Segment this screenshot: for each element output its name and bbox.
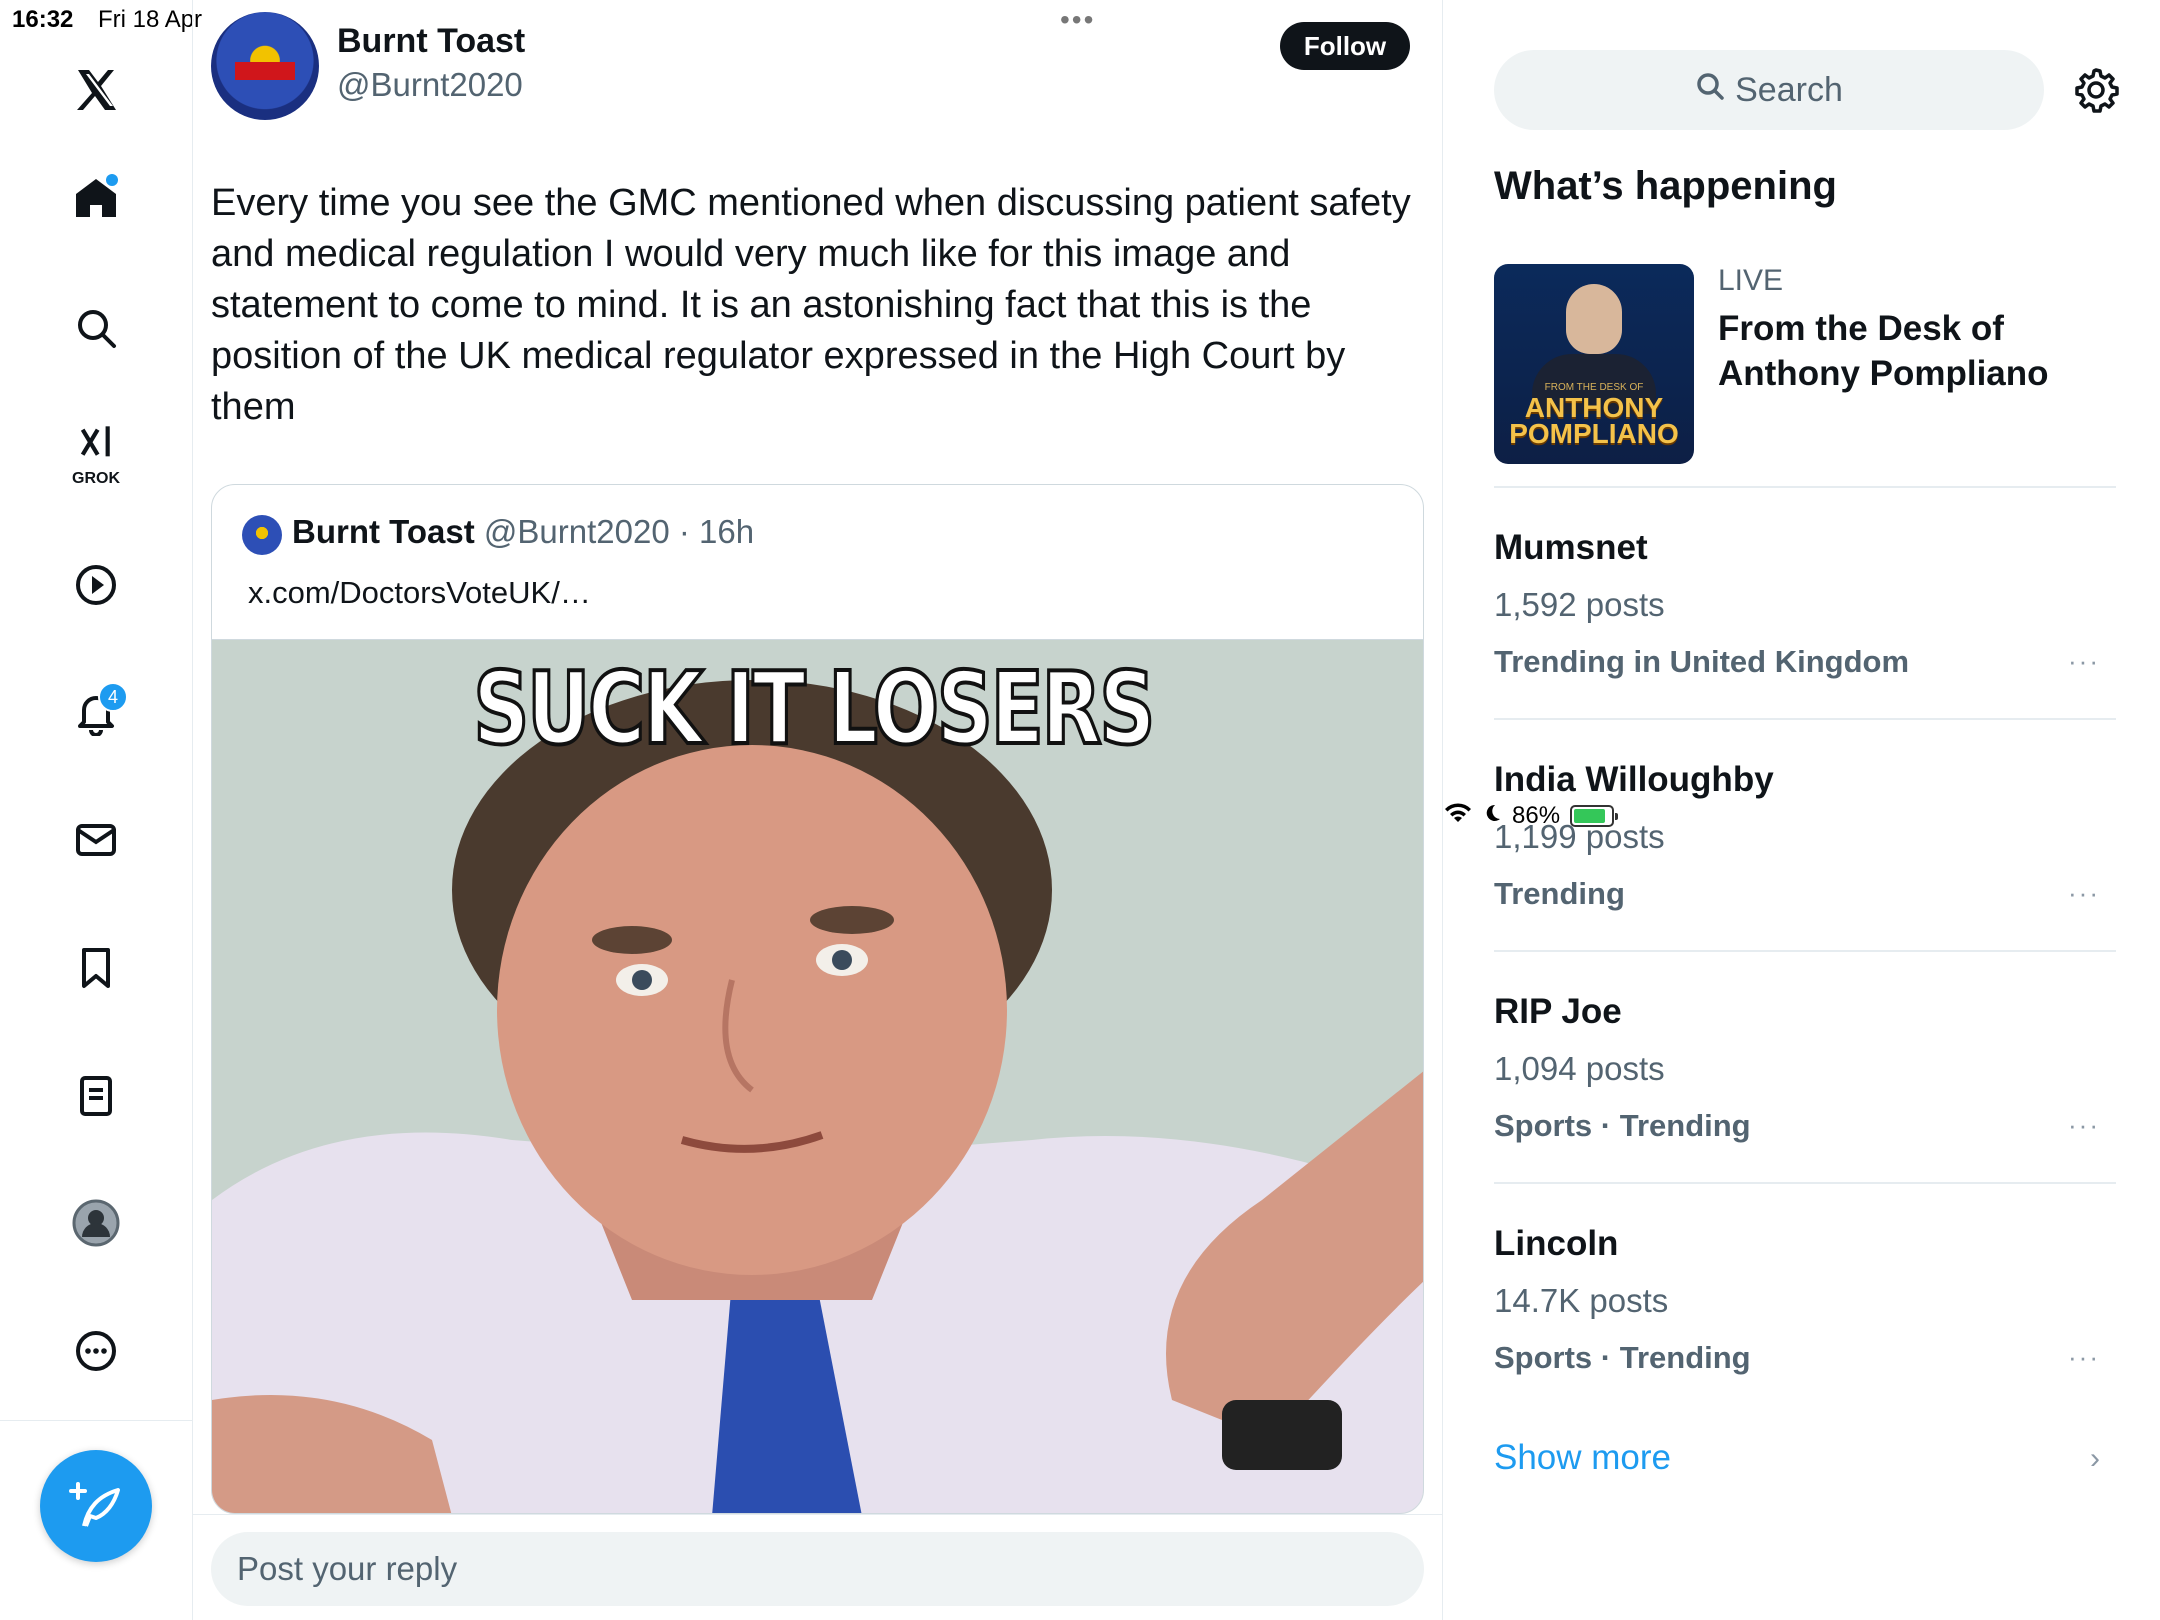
nav-messages[interactable] bbox=[46, 792, 146, 892]
left-nav: GROK 4 bbox=[0, 0, 193, 1620]
nav-home[interactable] bbox=[46, 150, 146, 250]
author-handle[interactable]: @Burnt2020 bbox=[337, 66, 523, 104]
main-column: Burnt Toast @Burnt2020 Follow Every time… bbox=[193, 0, 1443, 1620]
thumbnail-person bbox=[1566, 284, 1622, 354]
tweet-text: Every time you see the GMC mentioned whe… bbox=[211, 182, 1411, 428]
home-unread-dot bbox=[106, 174, 118, 186]
nav-lists[interactable] bbox=[46, 1048, 146, 1148]
live-label: LIVE bbox=[1718, 264, 1784, 297]
chevron-right-icon[interactable]: › bbox=[2090, 1442, 2100, 1476]
grok-label: GROK bbox=[72, 469, 120, 487]
more-circle-icon bbox=[72, 1327, 120, 1380]
meme-caption: SUCK IT LOSERS bbox=[472, 648, 1157, 769]
trend-context: Sports · Trending bbox=[1494, 1340, 1751, 1375]
nav-videos[interactable] bbox=[46, 537, 146, 637]
show-more-link[interactable]: Show more bbox=[1494, 1438, 1671, 1478]
live-event-thumbnail[interactable]: FROM THE DESK OF ANTHONY POMPLIANO bbox=[1494, 264, 1694, 464]
search-input[interactable]: Search bbox=[1494, 50, 2044, 130]
trend-count: 14.7K posts bbox=[1494, 1282, 1669, 1319]
trend-name[interactable]: India Willoughby bbox=[1494, 760, 1774, 800]
trend-context: Trending in United Kingdom bbox=[1494, 644, 1910, 679]
nav-explore[interactable] bbox=[46, 280, 146, 380]
compose-post-button[interactable] bbox=[40, 1450, 152, 1562]
thumbnail-title-line2: POMPLIANO bbox=[1509, 418, 1679, 449]
trend-name[interactable]: Mumsnet bbox=[1494, 528, 1648, 568]
trend-name[interactable]: RIP Joe bbox=[1494, 992, 1622, 1032]
trend-more-icon[interactable]: ··· bbox=[2068, 646, 2100, 677]
search-icon bbox=[72, 304, 120, 357]
quoted-author-handle: @Burnt2020 bbox=[483, 513, 670, 550]
reply-divider bbox=[193, 1514, 1443, 1515]
follow-button[interactable]: Follow bbox=[1280, 22, 1410, 70]
nav-divider bbox=[0, 1420, 193, 1421]
divider bbox=[1494, 718, 2116, 720]
compose-quill-icon bbox=[68, 1476, 124, 1537]
mail-icon bbox=[72, 816, 120, 869]
nav-grok[interactable]: GROK bbox=[46, 405, 146, 505]
reply-input[interactable]: Post your reply bbox=[211, 1532, 1424, 1606]
nav-notifications[interactable]: 4 bbox=[46, 664, 146, 764]
trend-context: Sports · Trending bbox=[1494, 1108, 1751, 1143]
search-icon bbox=[1695, 71, 1725, 110]
grok-icon bbox=[74, 423, 118, 468]
divider bbox=[1494, 950, 2116, 952]
x-logo[interactable] bbox=[46, 40, 146, 140]
meme-photo bbox=[212, 640, 1423, 1513]
bookmark-icon bbox=[72, 944, 120, 997]
trend-more-icon[interactable]: ··· bbox=[2068, 1110, 2100, 1141]
trend-count: 1,199 posts bbox=[1494, 818, 1665, 855]
quoted-author-avatar[interactable] bbox=[242, 515, 282, 555]
author-name[interactable]: Burnt Toast bbox=[337, 22, 525, 61]
trend-context: Trending bbox=[1494, 876, 1625, 911]
nav-more[interactable] bbox=[46, 1303, 146, 1403]
divider bbox=[1494, 486, 2116, 488]
notifications-badge: 4 bbox=[98, 682, 128, 712]
settings-gear-icon[interactable] bbox=[2072, 66, 2120, 114]
trend-more-icon[interactable]: ··· bbox=[2068, 878, 2100, 909]
author-avatar[interactable] bbox=[211, 12, 319, 120]
quoted-image[interactable]: SUCK IT LOSERS bbox=[212, 639, 1423, 1513]
nav-profile[interactable] bbox=[46, 1175, 146, 1275]
live-event-title[interactable]: From the Desk of Anthony Pompliano bbox=[1718, 306, 2118, 396]
search-placeholder: Search bbox=[1735, 70, 1843, 109]
right-sidebar: Search What’s happening FROM THE DESK OF… bbox=[1444, 0, 2160, 1620]
list-icon bbox=[72, 1072, 120, 1125]
trend-more-icon[interactable]: ··· bbox=[2068, 1342, 2100, 1373]
x-logo-icon bbox=[77, 70, 116, 110]
trend-name[interactable]: Lincoln bbox=[1494, 1224, 1618, 1264]
play-icon bbox=[72, 561, 120, 614]
divider bbox=[1494, 1182, 2116, 1184]
avatar-badge-graphic bbox=[235, 62, 295, 80]
nav-bookmarks[interactable] bbox=[46, 920, 146, 1020]
quoted-timestamp: · 16h bbox=[678, 513, 755, 550]
trend-count: 1,094 posts bbox=[1494, 1050, 1665, 1087]
quoted-tweet[interactable]: Burnt Toast @Burnt2020 · 16h x.com/Docto… bbox=[211, 484, 1424, 1514]
profile-avatar-icon bbox=[72, 1199, 120, 1252]
trend-count: 1,592 posts bbox=[1494, 586, 1665, 623]
quoted-link[interactable]: x.com/DoctorsVoteUK/… bbox=[248, 575, 591, 611]
whats-happening-title: What’s happening bbox=[1494, 164, 1837, 208]
quoted-header: Burnt Toast @Burnt2020 · 16h bbox=[292, 513, 754, 551]
quoted-author-name: Burnt Toast bbox=[292, 513, 475, 550]
